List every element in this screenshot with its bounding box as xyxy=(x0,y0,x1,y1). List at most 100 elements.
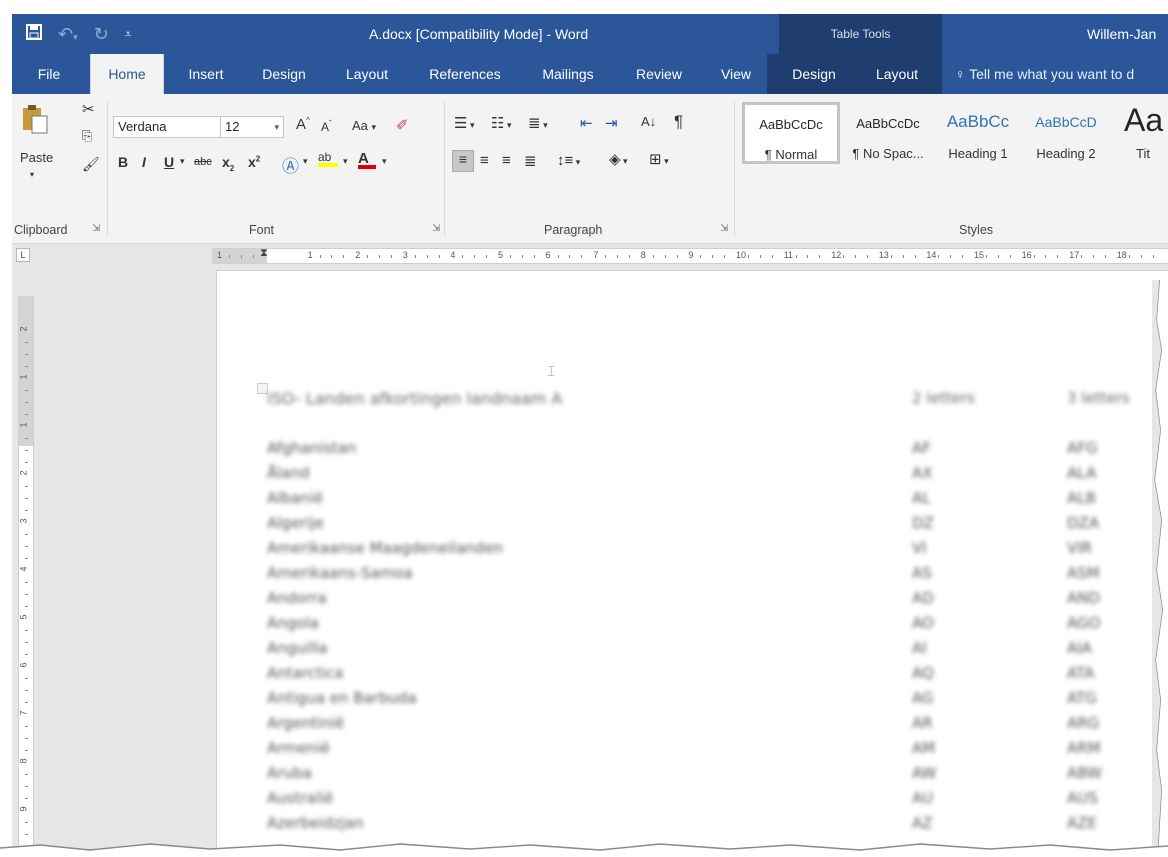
multilevel-list-icon[interactable]: ≣ ▾ xyxy=(528,114,548,132)
line-spacing-icon[interactable]: ↕≡ ▾ xyxy=(557,152,580,169)
ruler-tick xyxy=(367,255,369,258)
underline-icon[interactable]: U xyxy=(164,154,174,170)
sort-icon[interactable]: A↓ xyxy=(641,114,656,129)
ruler-number: 9 xyxy=(688,250,694,260)
text-effects-icon[interactable]: Ⓐ xyxy=(282,152,299,177)
tab-review[interactable]: Review xyxy=(632,54,686,94)
document-page[interactable]: ⌶ ISO- Landen afkortingen landnaam A 2 l… xyxy=(216,270,1168,857)
save-icon[interactable] xyxy=(26,23,42,45)
align-center-icon[interactable]: ≡ xyxy=(480,152,489,169)
country-name-cell: Argentinië xyxy=(267,714,345,732)
style-title[interactable]: Aa Tit xyxy=(1110,104,1168,164)
strikethrough-icon[interactable]: abc xyxy=(194,156,212,168)
tab-layout[interactable]: Layout xyxy=(342,54,392,94)
ruler-number: 18 xyxy=(1116,250,1127,260)
paste-button[interactable]: Paste xyxy=(20,150,53,165)
highlight-color-icon[interactable]: ab xyxy=(318,150,338,167)
tab-view[interactable]: View xyxy=(717,54,755,94)
tab-mailings[interactable]: Mailings xyxy=(536,54,600,94)
paste-icon[interactable] xyxy=(22,104,48,138)
alpha2-code-cell: AQ xyxy=(912,664,934,682)
tab-design[interactable]: Design xyxy=(258,54,310,94)
show-formatting-icon[interactable]: ¶ xyxy=(674,112,683,132)
torn-edge-right xyxy=(1152,280,1168,857)
format-painter-icon[interactable]: 🖌 xyxy=(82,156,100,173)
align-left-icon[interactable]: ≡ xyxy=(452,150,474,172)
paragraph-launcher-icon[interactable]: ⇲ xyxy=(720,223,728,234)
style-normal[interactable]: AaBbCcDc ¶ Normal xyxy=(742,102,840,164)
country-name-cell: Australië xyxy=(267,789,334,807)
shrink-font-icon[interactable]: Aˇ xyxy=(321,119,332,134)
tab-table-design[interactable]: Design xyxy=(788,54,840,94)
chevron-down-icon[interactable]: ▾ xyxy=(303,156,308,167)
style-heading-2[interactable]: AaBbCcD Heading 2 xyxy=(1022,104,1110,164)
shading-icon[interactable]: ◈ ▾ xyxy=(609,150,628,168)
ruler-tick xyxy=(25,834,28,835)
vertical-ruler[interactable]: 2 1 1 2 3 4 5 6 7 8 9 xyxy=(18,296,34,857)
tab-selector[interactable]: L xyxy=(16,248,30,262)
chevron-down-icon[interactable]: ▾ xyxy=(382,156,387,167)
bold-icon[interactable]: B xyxy=(118,154,128,170)
ruler-tick xyxy=(25,354,28,355)
font-name-combo[interactable]: Verdana ▾ xyxy=(113,116,233,138)
font-launcher-icon[interactable]: ⇲ xyxy=(432,223,440,234)
numbering-icon[interactable]: ☷ ▾ xyxy=(491,114,511,132)
horizontal-ruler[interactable]: ⧗ 1 1 2 3 4 5 6 7 8 9 10 11 12 13 14 15 16 17 18 xyxy=(212,247,1168,264)
undo-icon[interactable]: ↶▾ xyxy=(58,24,78,45)
clear-formatting-icon[interactable]: ✐ xyxy=(396,116,409,134)
change-case-button[interactable]: Aa ▾ xyxy=(352,118,376,133)
italic-icon[interactable]: I xyxy=(142,154,146,170)
ribbon: Paste ▾ ✂ ⎘ 🖌 Clipboard ⇲ Verdana ▾ 12 ▾… xyxy=(12,94,1168,244)
alpha3-code-cell: ATG xyxy=(1067,689,1097,707)
align-right-icon[interactable]: ≡ xyxy=(502,152,511,169)
clipboard-launcher-icon[interactable]: ⇲ xyxy=(92,223,100,234)
alpha2-code-cell: AG xyxy=(912,689,934,707)
font-name-value: Verdana xyxy=(118,119,167,134)
tab-home[interactable]: Home xyxy=(90,54,164,96)
ruler-tick xyxy=(795,255,797,258)
superscript-icon[interactable]: x2 xyxy=(248,154,260,170)
country-name-cell: Algerije xyxy=(267,514,324,532)
cut-icon[interactable]: ✂ xyxy=(82,100,95,118)
alpha2-code-cell: AI xyxy=(912,639,927,657)
justify-icon[interactable]: ≣ xyxy=(524,152,537,170)
customize-qat-icon[interactable]: ⩡ xyxy=(125,27,132,42)
tab-references[interactable]: References xyxy=(425,54,505,94)
increase-indent-icon[interactable]: ⇥ xyxy=(605,114,618,132)
text-cursor-icon: ⌶ xyxy=(547,363,556,379)
decrease-indent-icon[interactable]: ⇤ xyxy=(580,114,593,132)
country-name-cell: Amerikaanse Maagdeneilanden xyxy=(267,539,504,557)
ruler-tick xyxy=(997,255,999,258)
font-size-combo[interactable]: 12 ▾ xyxy=(220,116,284,138)
copy-icon[interactable]: ⎘ xyxy=(82,128,92,144)
subscript-icon[interactable]: x2 xyxy=(222,154,234,173)
chevron-down-icon[interactable]: ▾ xyxy=(343,156,348,167)
tab-file[interactable]: File xyxy=(34,54,64,94)
tab-insert[interactable]: Insert xyxy=(184,54,228,94)
bullets-icon[interactable]: ☰ ▾ xyxy=(454,114,474,132)
redo-icon[interactable]: ↻ xyxy=(94,24,109,45)
tab-table-layout[interactable]: Layout xyxy=(870,54,924,94)
font-color-icon[interactable]: A xyxy=(358,150,376,169)
user-name[interactable]: Willem-Jan xyxy=(1087,14,1156,54)
style-no-spacing[interactable]: AaBbCcDc ¶ No Spac... xyxy=(842,104,934,164)
ruler-number: 6 xyxy=(18,662,29,668)
country-name-cell: Albanië xyxy=(267,489,324,507)
country-name-cell: Andorra xyxy=(267,589,327,607)
alpha2-code-cell: AR xyxy=(912,714,933,732)
style-heading-1[interactable]: AaBbCc Heading 1 xyxy=(934,104,1022,164)
table-row: Andorra AD AND xyxy=(267,589,1167,614)
ruler-number: 7 xyxy=(593,250,599,260)
alpha3-code-cell: ASM xyxy=(1067,564,1100,582)
alpha2-code-cell: AF xyxy=(912,439,931,457)
chevron-down-icon[interactable]: ▾ xyxy=(180,156,185,167)
borders-icon[interactable]: ⊞ ▾ xyxy=(649,150,669,168)
grow-font-icon[interactable]: A^ xyxy=(296,116,310,133)
ruler-tick xyxy=(486,255,488,258)
indent-marker-icon[interactable]: ⧗ xyxy=(260,247,268,260)
paste-dropdown-icon[interactable]: ▾ xyxy=(30,170,34,179)
ruler-number: 8 xyxy=(18,758,29,764)
ruler-tick xyxy=(759,255,761,258)
table-row: Argentinië AR ARG xyxy=(267,714,1167,739)
tell-me-box[interactable]: ♀ Tell me what you want to d xyxy=(955,54,1134,94)
